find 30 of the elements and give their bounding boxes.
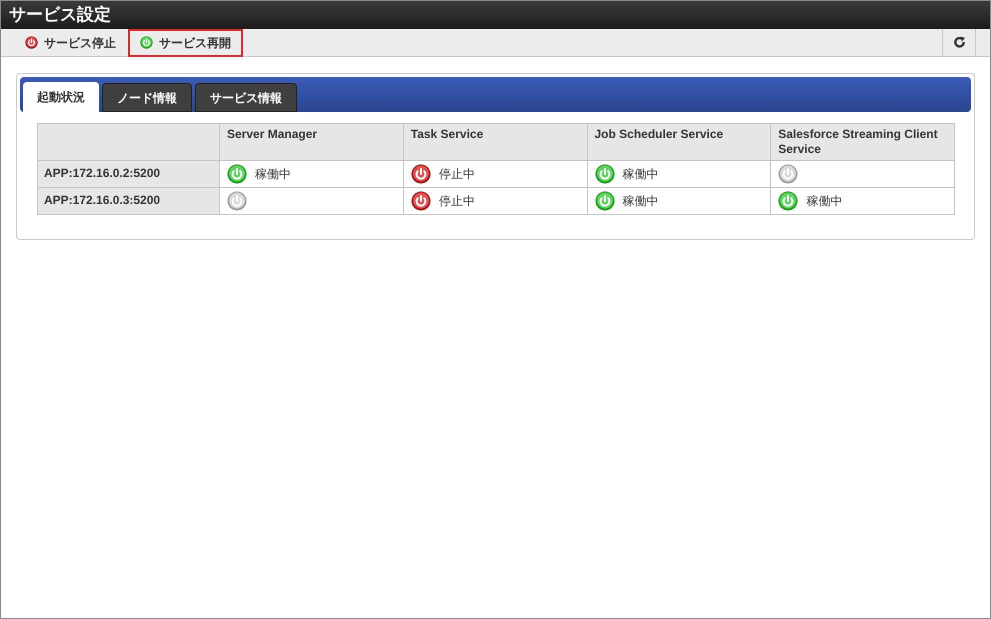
status-text: 稼働中: [806, 193, 842, 210]
refresh-icon: [952, 36, 966, 49]
status-text: 稼働中: [622, 193, 658, 210]
tab[interactable]: 起動状況: [23, 82, 99, 112]
power-icon: [410, 191, 431, 211]
power-icon: [410, 164, 431, 184]
power-icon: [594, 191, 614, 211]
status-text: 停止中: [438, 166, 475, 183]
power-icon: [778, 191, 798, 211]
row-header: APP:172.16.0.3:5200: [38, 188, 220, 214]
power-icon: [25, 36, 38, 49]
power-icon: [594, 164, 614, 184]
column-header: Job Scheduler Service: [587, 124, 771, 160]
power-icon: [778, 164, 798, 184]
power-icon: [227, 191, 247, 211]
status-text: 稼働中: [255, 166, 291, 183]
toolbar-button[interactable]: サービス再開: [128, 28, 243, 56]
status-text: 稼働中: [622, 166, 658, 183]
window-title: サービス設定: [9, 4, 111, 26]
power-icon: [227, 164, 247, 184]
column-header: Salesforce Streaming Client Service: [770, 124, 954, 160]
refresh-button[interactable]: [942, 28, 976, 56]
row-header: APP:172.16.0.2:5200: [38, 160, 220, 188]
tab[interactable]: サービス情報: [195, 83, 297, 112]
column-header: Task Service: [403, 124, 587, 160]
status-text: 停止中: [438, 193, 475, 210]
power-icon: [140, 36, 153, 49]
tab[interactable]: ノード情報: [102, 83, 192, 112]
toolbar-button[interactable]: サービス停止: [13, 28, 128, 56]
column-header: Server Manager: [220, 124, 404, 160]
